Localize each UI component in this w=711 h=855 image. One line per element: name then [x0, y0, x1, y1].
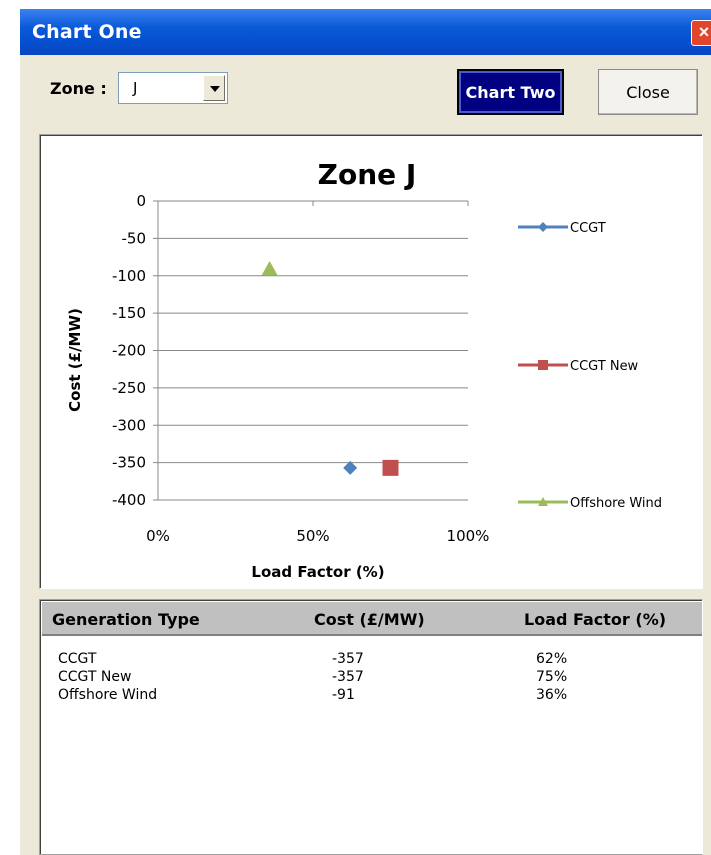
- table-header: Generation Type Cost (£/MW) Load Factor …: [42, 602, 702, 636]
- y-tick-label: 0: [136, 192, 146, 210]
- x-tick-label: 50%: [296, 527, 329, 545]
- legend-label-ccgt-new: CCGT New: [570, 359, 639, 374]
- legend-marker-ccgt-new: [538, 360, 548, 370]
- legend-label-offshore-wind: Offshore Wind: [570, 496, 662, 511]
- header-cost: Cost (£/MW): [314, 610, 425, 629]
- cell-cost: -357: [332, 651, 364, 667]
- cell-load-factor: 36%: [536, 687, 568, 703]
- header-generation-type: Generation Type: [52, 610, 200, 629]
- table-row[interactable]: CCGT New -357 75%: [40, 669, 700, 687]
- cell-load-factor: 62%: [536, 651, 568, 667]
- y-axis-title: Cost (£/MW): [66, 308, 84, 412]
- y-tick-label: -200: [112, 342, 146, 360]
- y-tick-label: -300: [112, 416, 146, 434]
- legend-label-ccgt: CCGT: [570, 221, 606, 236]
- chart-one-window: Chart One × Zone : J Chart Two Close Zon…: [20, 9, 711, 855]
- y-tick-label: -400: [112, 491, 146, 509]
- chart-two-button[interactable]: Chart Two: [457, 69, 564, 115]
- y-tick-label: -150: [112, 304, 146, 322]
- cell-cost: -91: [332, 687, 355, 703]
- cell-load-factor: 75%: [536, 669, 568, 685]
- cell-generation-type: Offshore Wind: [58, 687, 158, 703]
- zone-dropdown-value: J: [133, 79, 138, 97]
- cell-generation-type: CCGT: [58, 651, 97, 667]
- table-row[interactable]: Offshore Wind -91 36%: [40, 687, 700, 705]
- data-point-offshore-wind: [261, 261, 278, 276]
- close-button[interactable]: Close: [598, 69, 698, 115]
- data-table: Generation Type Cost (£/MW) Load Factor …: [39, 599, 703, 855]
- x-axis-title: Load Factor (%): [251, 563, 384, 581]
- y-tick-label: -50: [122, 229, 147, 247]
- chart-panel: Zone J Cost (£/MW) Load Factor (%) 0 -50 -…: [39, 134, 703, 589]
- data-point-ccgt-new: [382, 459, 399, 476]
- table-row[interactable]: CCGT -357 62%: [40, 651, 700, 669]
- window-title: Chart One: [32, 21, 142, 43]
- x-tick-label: 100%: [447, 527, 490, 545]
- cell-generation-type: CCGT New: [58, 669, 132, 685]
- y-tick-label: -100: [112, 267, 146, 285]
- zone-label: Zone :: [50, 79, 107, 98]
- zone-dropdown[interactable]: J: [118, 72, 228, 104]
- header-load-factor: Load Factor (%): [524, 610, 667, 629]
- x-tick-label: 0%: [146, 527, 170, 545]
- chevron-down-icon[interactable]: [203, 75, 225, 101]
- title-bar: Chart One ×: [20, 9, 711, 55]
- cell-cost: -357: [332, 669, 364, 685]
- y-tick-label: -350: [112, 454, 146, 472]
- chart-title: Zone J: [318, 158, 417, 191]
- legend-marker-ccgt: [538, 222, 548, 232]
- y-tick-label: -250: [112, 379, 146, 397]
- window-close-icon[interactable]: ×: [691, 20, 711, 46]
- scatter-chart: Zone J Cost (£/MW) Load Factor (%) 0 -50 -…: [66, 158, 662, 581]
